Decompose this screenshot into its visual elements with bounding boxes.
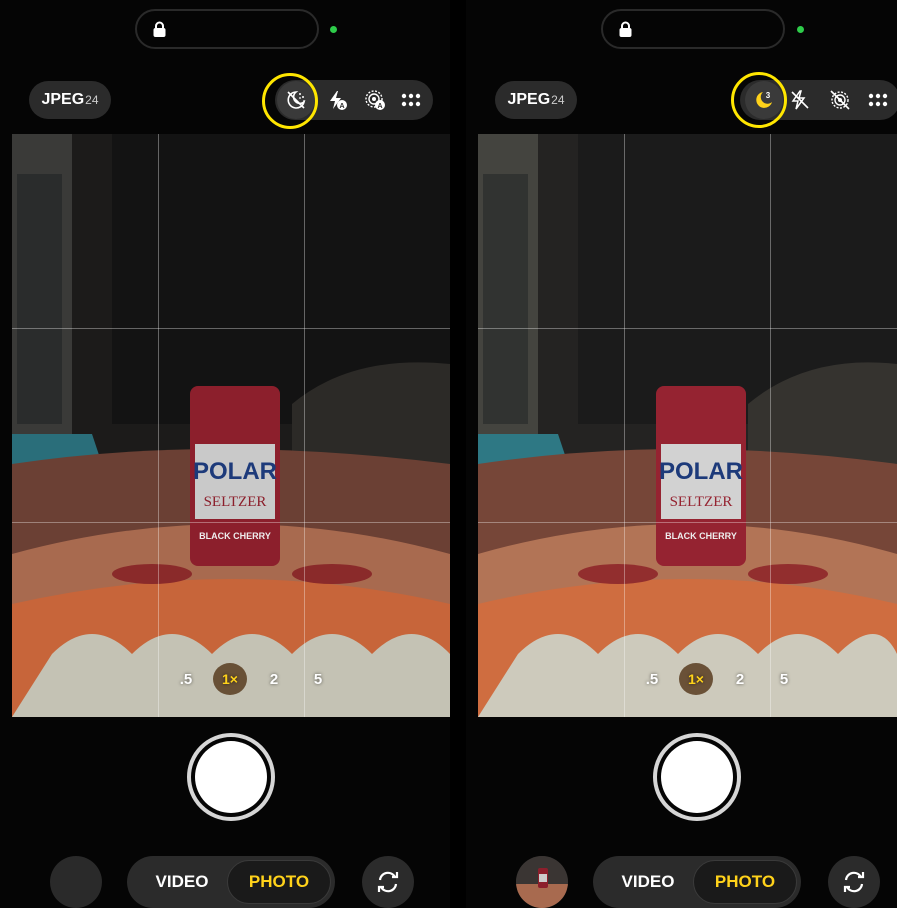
svg-text:A: A [377, 103, 382, 110]
format-button[interactable]: JPEG 24 [29, 81, 111, 119]
privacy-indicator-dot [330, 26, 337, 33]
format-label: JPEG [507, 91, 551, 108]
svg-text:SELTZER: SELTZER [670, 494, 733, 510]
flip-camera-icon [843, 871, 865, 893]
highlight-circle [262, 73, 318, 129]
photo-thumbnail[interactable] [50, 856, 102, 908]
mode-video[interactable]: VIDEO [137, 860, 227, 904]
lock-icon [619, 21, 632, 37]
shutter-button[interactable] [653, 733, 741, 821]
format-sub: 24 [551, 93, 565, 107]
grid-line [478, 328, 897, 329]
live-photo-off-icon [830, 90, 850, 110]
svg-text:POLAR: POLAR [193, 458, 277, 485]
zoom-1x-button[interactable]: 1× [213, 663, 247, 695]
live-photo-off-button[interactable] [824, 80, 856, 120]
svg-text:SELTZER: SELTZER [204, 494, 267, 510]
grid-line [12, 328, 450, 329]
camera-screen-left: JPEG 24 A A POLAR SELTZER BLACK CHERRY .… [0, 0, 450, 908]
mode-switcher: VIDEO PHOTO [593, 856, 801, 908]
grid-line [624, 134, 625, 717]
grid-line [304, 134, 305, 717]
highlight-circle [731, 72, 787, 128]
flip-camera-button[interactable] [362, 856, 414, 908]
live-photo-button[interactable]: A [359, 80, 391, 120]
scene-image: POLAR SELTZER BLACK CHERRY [12, 134, 450, 717]
thumbnail-image [516, 856, 568, 908]
zoom-5-button[interactable]: 5 [301, 663, 335, 695]
camera-screen-right: JPEG 24 3 POLAR SELTZER BLACK CHERRY .5 … [466, 0, 897, 908]
svg-text:A: A [339, 103, 344, 110]
zoom-05-button[interactable]: .5 [169, 663, 203, 695]
flip-camera-button[interactable] [828, 856, 880, 908]
svg-text:BLACK CHERRY: BLACK CHERRY [665, 531, 737, 541]
flash-off-icon [791, 90, 809, 110]
live-photo-icon: A [365, 90, 385, 110]
zoom-1x-button[interactable]: 1× [679, 663, 713, 695]
mode-video[interactable]: VIDEO [603, 860, 693, 904]
flash-auto-button[interactable]: A [321, 80, 353, 120]
mode-photo[interactable]: PHOTO [693, 860, 797, 904]
flash-auto-icon: A [330, 91, 347, 110]
grid-line [158, 134, 159, 717]
zoom-selector: .5 1× 2 5 [630, 663, 806, 695]
scene-image: POLAR SELTZER BLACK CHERRY [478, 134, 897, 717]
viewfinder[interactable]: POLAR SELTZER BLACK CHERRY [478, 134, 897, 717]
more-button[interactable] [862, 80, 894, 120]
flash-off-button[interactable] [784, 80, 816, 120]
format-label: JPEG [41, 91, 85, 108]
flip-camera-icon [377, 871, 399, 893]
privacy-indicator-dot [797, 26, 804, 33]
grid-line [12, 522, 450, 523]
grid-line [478, 522, 897, 523]
format-button[interactable]: JPEG 24 [495, 81, 577, 119]
shutter-inner [661, 741, 733, 813]
zoom-selector: .5 1× 2 5 [164, 663, 340, 695]
svg-text:BLACK CHERRY: BLACK CHERRY [199, 531, 271, 541]
format-sub: 24 [85, 93, 99, 107]
dynamic-island [601, 9, 785, 49]
more-button[interactable] [395, 80, 427, 120]
mode-photo[interactable]: PHOTO [227, 860, 331, 904]
shutter-inner [195, 741, 267, 813]
zoom-5-button[interactable]: 5 [767, 663, 801, 695]
more-icon [401, 93, 421, 107]
photo-thumbnail[interactable] [516, 856, 568, 908]
mode-switcher: VIDEO PHOTO [127, 856, 335, 908]
shutter-button[interactable] [187, 733, 275, 821]
more-icon [868, 93, 888, 107]
zoom-05-button[interactable]: .5 [635, 663, 669, 695]
lock-icon [153, 21, 166, 37]
dynamic-island [135, 9, 319, 49]
zoom-2-button[interactable]: 2 [723, 663, 757, 695]
grid-line [770, 134, 771, 717]
viewfinder[interactable]: POLAR SELTZER BLACK CHERRY [12, 134, 450, 717]
zoom-2-button[interactable]: 2 [257, 663, 291, 695]
svg-text:POLAR: POLAR [659, 458, 743, 485]
